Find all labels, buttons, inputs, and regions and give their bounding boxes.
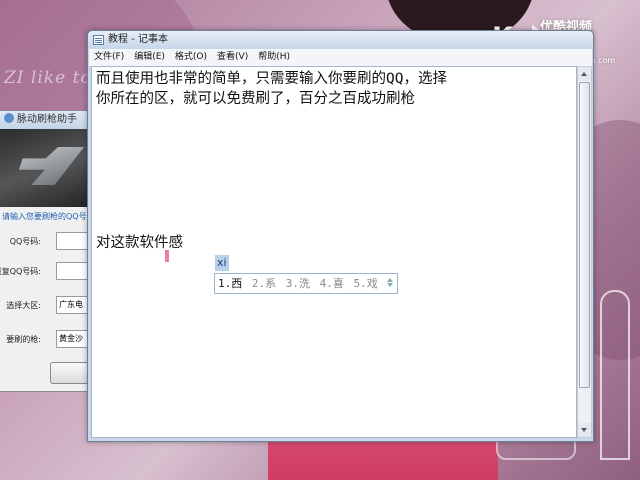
form-row: QQ号码:: [0, 230, 100, 256]
form-row: 重复QQ号码:: [0, 260, 100, 286]
ime-candidate[interactable]: 5.戏: [354, 277, 378, 290]
text-line: 对这款软件感: [96, 235, 183, 251]
qq-number-label: QQ号码:: [9, 237, 41, 246]
chevron-up-icon[interactable]: [387, 278, 393, 282]
chevron-down-icon[interactable]: [387, 283, 393, 287]
vertical-scrollbar[interactable]: [577, 66, 592, 438]
background-app-titlebar[interactable]: 脉动刷枪助手: [0, 111, 99, 129]
text-cursor-marker: [165, 250, 169, 262]
notepad-app-icon: [93, 35, 104, 45]
background-sketch-frame: [600, 290, 630, 460]
notepad-titlebar[interactable]: 教程 - 记事本: [88, 31, 593, 49]
background-text: ZI like to: [4, 68, 92, 88]
scroll-down-button[interactable]: [578, 423, 591, 437]
region-label: 选择大区:: [6, 301, 41, 310]
arrow-down-icon: [581, 428, 587, 432]
form-row: 选择大区: 广东电: [0, 294, 100, 320]
menu-help[interactable]: 帮助(H): [253, 49, 295, 66]
scroll-up-button[interactable]: [578, 67, 591, 81]
background-app-window[interactable]: 脉动刷枪助手 请输入您要刷枪的QQ号 QQ号码: 重复QQ号码: 选择大区: 广…: [0, 110, 100, 392]
ime-candidate-window: 1.西 2.系 3.洗 4.喜 5.戏: [214, 273, 398, 294]
ime-candidate[interactable]: 4.喜: [320, 277, 344, 290]
arrow-up-icon: [581, 72, 587, 76]
menu-edit[interactable]: 编辑(E): [129, 49, 170, 66]
cf-logo-icon: [14, 147, 84, 185]
ime-composition: xi: [215, 255, 229, 271]
scrollbar-thumb[interactable]: [579, 82, 590, 388]
form-row: 要刷的枪: 黄金沙: [0, 328, 100, 354]
notepad-menubar: 文件(F) 编辑(E) 格式(O) 查看(V) 帮助(H): [89, 49, 592, 66]
ime-candidate[interactable]: 2.系: [252, 277, 276, 290]
ime-candidate[interactable]: 3.洗: [286, 277, 310, 290]
text-line: 你所在的区，就可以免费刷了，百分之百成功刷枪: [96, 91, 415, 107]
notepad-text-area[interactable]: 而且使用也非常的简单，只需要输入你要刷的QQ，选择 你所在的区，就可以免费刷了，…: [91, 66, 577, 438]
gun-label: 要刷的枪:: [6, 335, 41, 344]
notepad-title: 教程 - 记事本: [108, 34, 168, 45]
menu-file[interactable]: 文件(F): [89, 49, 129, 66]
ime-page-arrows[interactable]: [386, 277, 394, 290]
menu-view[interactable]: 查看(V): [212, 49, 253, 66]
notepad-window[interactable]: 教程 - 记事本 文件(F) 编辑(E) 格式(O) 查看(V) 帮助(H) 而…: [87, 30, 594, 442]
background-app-hint: 请输入您要刷枪的QQ号: [2, 212, 87, 221]
menu-format[interactable]: 格式(O): [170, 49, 212, 66]
background-app-title: 脉动刷枪助手: [17, 114, 77, 125]
repeat-qq-label: 重复QQ号码:: [0, 267, 41, 276]
text-line: 而且使用也非常的简单，只需要输入你要刷的QQ，选择: [96, 71, 447, 87]
app-globe-icon: [4, 113, 14, 123]
background-app-banner: [0, 129, 99, 207]
ime-candidate[interactable]: 1.西: [218, 277, 242, 290]
